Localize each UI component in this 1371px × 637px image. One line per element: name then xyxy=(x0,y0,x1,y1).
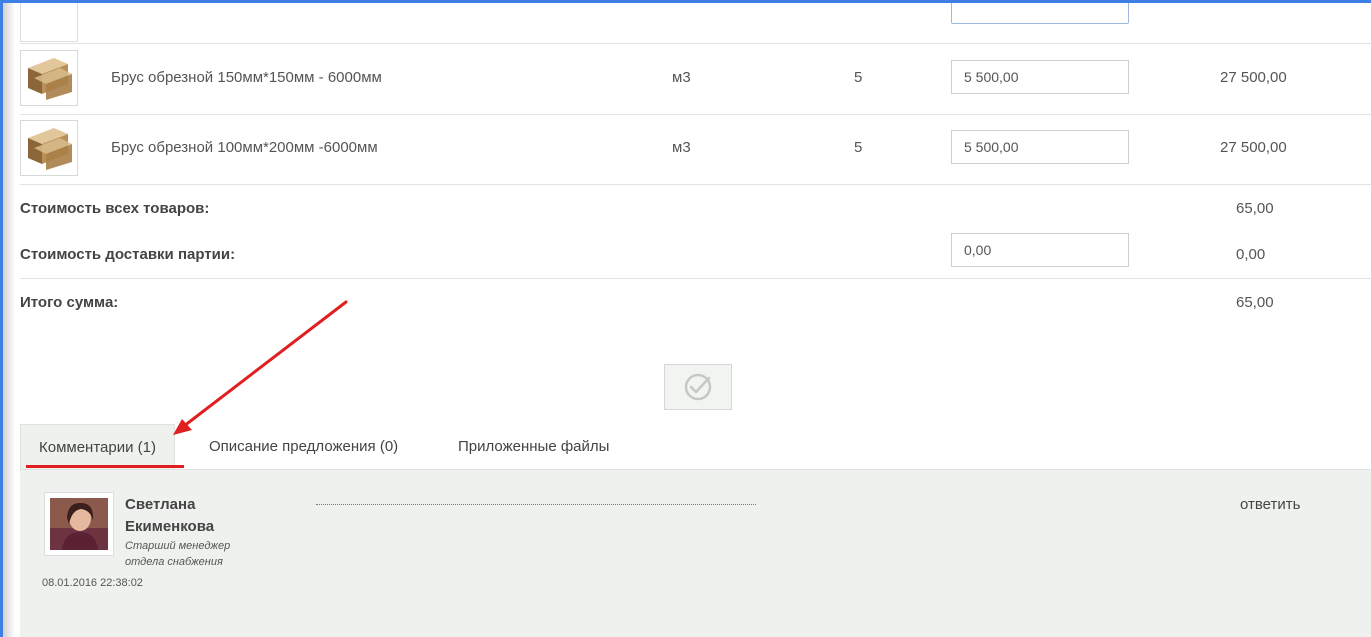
row-divider xyxy=(20,184,1371,185)
comment-date: 08.01.2016 22:38:02 xyxy=(42,577,143,589)
product-unit: м3 xyxy=(672,139,691,156)
timber-beam-icon xyxy=(20,50,78,106)
product-total: 27 500,00 xyxy=(1220,69,1287,86)
product-name: Брус обрезной 150мм*150мм - 6000мм xyxy=(111,69,382,86)
check-circle-icon xyxy=(684,373,712,401)
delivery-cost-input[interactable] xyxy=(951,233,1129,267)
offer-content: Брус обрезной 150мм*150мм - 6000мм м3 5 … xyxy=(6,3,1371,637)
total-sum-value: 65,00 xyxy=(1236,294,1274,311)
product-name: Брус обрезной 100мм*200мм -6000мм xyxy=(111,139,378,156)
price-input[interactable] xyxy=(951,60,1129,94)
table-row: Брус обрезной 100мм*200мм -6000мм м3 5 2… xyxy=(20,114,1371,184)
row-divider xyxy=(20,278,1371,279)
author-last-name: Екименкова xyxy=(125,518,215,535)
comment-text-placeholder xyxy=(316,504,756,506)
product-thumbnail-partial xyxy=(20,3,78,42)
author-role: Старший менеджер отдела снабжения xyxy=(125,540,231,568)
tab-comments[interactable]: Комментарии (1) xyxy=(20,424,175,470)
product-quantity: 5 xyxy=(854,139,863,156)
product-unit: м3 xyxy=(672,69,691,86)
product-total: 27 500,00 xyxy=(1220,139,1287,156)
price-input-partial[interactable] xyxy=(951,3,1129,24)
annotation-underline xyxy=(26,465,184,468)
table-row: Брус обрезной 150мм*150мм - 6000мм м3 5 … xyxy=(20,44,1371,114)
goods-cost-value: 65,00 xyxy=(1236,200,1274,217)
delivery-cost-value: 0,00 xyxy=(1236,246,1266,263)
timber-beam-icon xyxy=(20,120,78,176)
confirm-button[interactable] xyxy=(664,364,732,410)
comment-author: Светлана Екименкова xyxy=(125,494,265,538)
tab-bar: Комментарии (1) Описание предложения (0)… xyxy=(20,424,1371,470)
tab-attached-files[interactable]: Приложенные файлы xyxy=(458,424,609,470)
window-frame: Брус обрезной 150мм*150мм - 6000мм м3 5 … xyxy=(0,0,1371,637)
author-first-name: Светлана xyxy=(125,496,196,513)
product-quantity: 5 xyxy=(854,69,863,86)
total-sum-label: Итого сумма: xyxy=(20,294,119,311)
reply-link[interactable]: ответить xyxy=(1240,496,1300,513)
tab-offer-description[interactable]: Описание предложения (0) xyxy=(209,424,398,470)
avatar-photo xyxy=(50,498,108,550)
avatar xyxy=(44,492,114,556)
comments-panel: Светлана Екименкова Старший менеджер отд… xyxy=(20,469,1371,637)
price-input[interactable] xyxy=(951,130,1129,164)
delivery-cost-label: Стоимость доставки партии: xyxy=(20,246,236,263)
goods-cost-label: Стоимость всех товаров: xyxy=(20,200,210,217)
